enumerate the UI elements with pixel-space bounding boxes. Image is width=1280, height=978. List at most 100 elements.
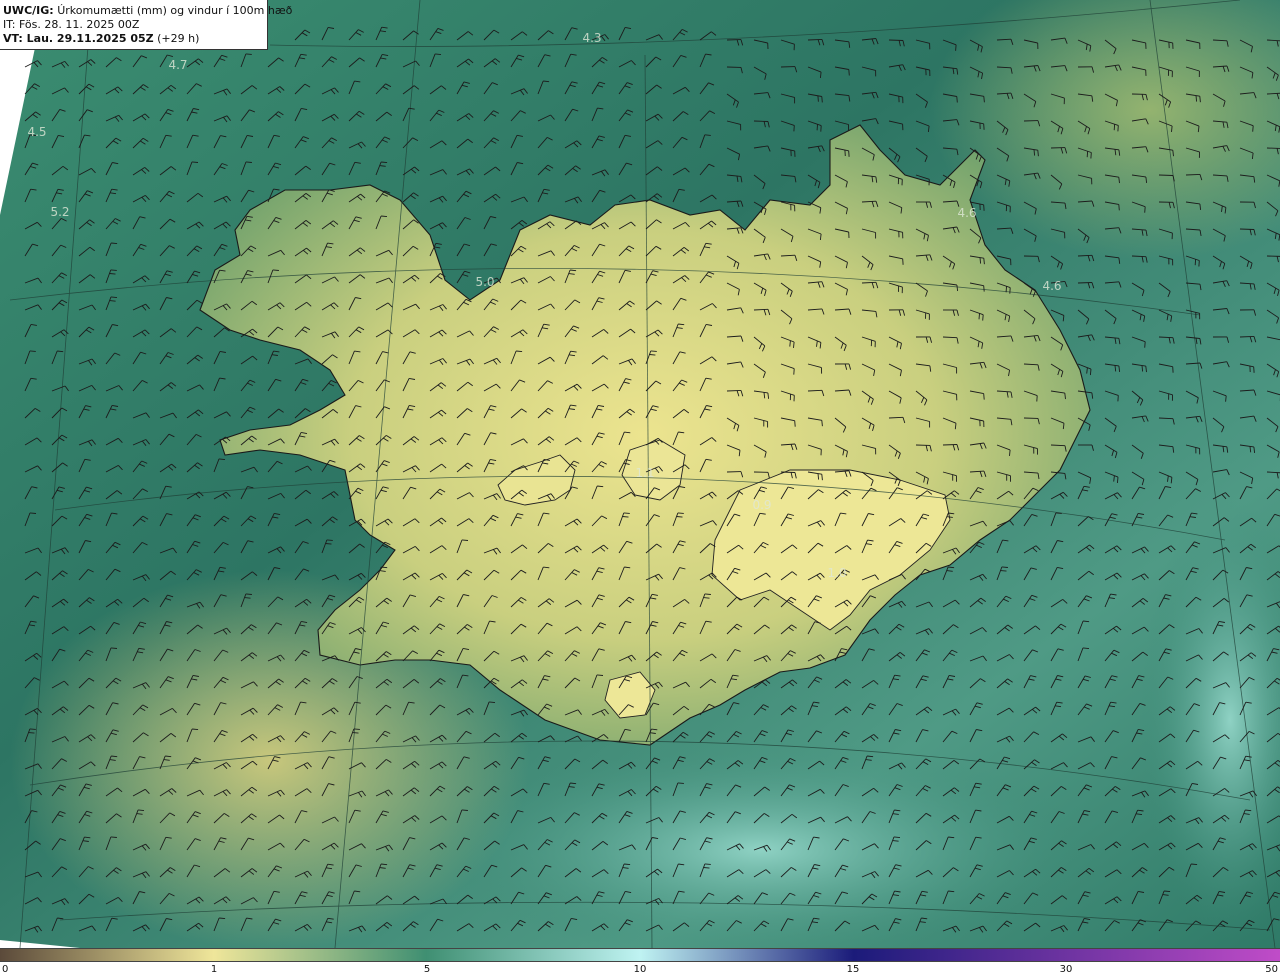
wind-barb-flag — [624, 863, 631, 866]
wind-barb-flag — [650, 350, 657, 352]
wind-barb-flag — [1195, 95, 1198, 102]
wind-barb-flag — [1033, 149, 1036, 156]
wind-barb-flag — [1144, 206, 1146, 213]
wind-barb-flag — [983, 258, 985, 265]
wind-barb-flag — [1055, 512, 1062, 514]
wind-barb-flag — [955, 44, 957, 51]
wind-barb-flag — [272, 269, 279, 271]
wind-barb-flag — [623, 512, 630, 514]
wind-barb-shaft — [726, 389, 742, 392]
wind-barb-flag — [1225, 395, 1227, 402]
wind-barb-flag — [353, 728, 360, 730]
wind-barb-flag — [381, 215, 388, 218]
wind-barb-flag — [704, 134, 711, 136]
wind-barb-flag — [109, 273, 116, 275]
wind-barb-flag — [245, 161, 252, 163]
wind-barb-flag — [1037, 150, 1039, 157]
wind-barb-flag — [703, 867, 710, 869]
map-value-label: 4.7 — [168, 58, 188, 72]
wind-barb-flag — [1000, 570, 1007, 572]
wind-barb-flag — [191, 161, 199, 163]
wind-barb-flag — [956, 96, 958, 103]
wind-barb-flag — [983, 285, 985, 292]
valid-time: VT: Lau. 29.11.2025 05Z — [3, 32, 154, 45]
wind-barb-flag — [979, 257, 982, 264]
wind-barb-flag — [676, 516, 683, 518]
colorbar-tick: 1 — [210, 964, 218, 975]
wind-barb-flag — [596, 674, 604, 676]
wind-barb-flag — [1191, 863, 1198, 866]
wind-barb-flag — [677, 512, 684, 514]
colorbar-gradient — [0, 948, 1280, 962]
colorbar-tick: 50 — [1265, 964, 1278, 975]
valid-time-line: VT: Lau. 29.11.2025 05Z (+29 h) — [3, 32, 264, 46]
wind-barb-shaft — [1185, 173, 1201, 176]
wind-barb-flag — [793, 341, 795, 348]
wind-barb-flag — [1089, 369, 1092, 376]
colorbar-tick: 10 — [633, 964, 647, 975]
map-value-label: 1.0 — [827, 566, 847, 580]
wind-barb-shaft — [1077, 282, 1093, 284]
wind-barb-shaft — [1266, 147, 1280, 149]
wind-barb-flag — [983, 96, 985, 103]
colorbar-legend: 0 1 5 10 15 30 50 — [0, 948, 1280, 978]
wind-barb-flag — [649, 354, 656, 356]
colorbar-tick: 15 — [846, 964, 860, 975]
wind-barb-flag — [821, 96, 823, 103]
wind-barb-flag — [352, 732, 359, 734]
wind-barb-flag — [325, 543, 332, 545]
wind-barb-flag — [29, 350, 36, 352]
wind-barb-flag — [461, 809, 468, 811]
wind-barb-flag — [1009, 449, 1011, 456]
wind-barb-flag — [983, 393, 985, 400]
wind-barb-flag — [982, 314, 984, 321]
wind-barb-flag — [29, 512, 37, 514]
colorbar-tick: 0 — [2, 964, 9, 975]
wind-barb-flag — [789, 340, 791, 347]
wind-barb-flag — [704, 863, 711, 865]
wind-barb-flag — [677, 782, 684, 784]
map-value-label: 4.5 — [27, 125, 47, 139]
wind-barb-flag — [381, 161, 388, 164]
wind-barb-flag — [110, 836, 117, 838]
wind-barb-flag — [461, 539, 469, 541]
wind-barb-flag — [29, 728, 36, 730]
wind-barb-flag — [110, 647, 118, 649]
colorbar-tick: 5 — [423, 964, 431, 975]
wind-barb-flag — [892, 840, 899, 842]
wind-barb-flag — [1144, 341, 1146, 348]
forecast-offset: (+29 h) — [157, 32, 200, 45]
map-value-label: 4.6 — [1042, 279, 1062, 293]
wind-barb-flag — [978, 313, 980, 320]
wind-barb-shaft — [1158, 174, 1174, 176]
wind-barb-shaft — [807, 38, 823, 41]
wind-barb-flag — [1116, 477, 1119, 484]
wind-barb-flag — [1199, 96, 1201, 103]
map-value-label: 1.1 — [635, 466, 655, 480]
init-time: IT: Fös. 28. 11. 2025 00Z — [3, 18, 140, 31]
model-name: UWC/IG: — [3, 4, 54, 17]
wind-barb-flag — [28, 732, 35, 734]
wind-barb-flag — [794, 420, 796, 427]
map-value-label: 4.6 — [957, 206, 977, 220]
wind-barb-flag — [110, 269, 117, 271]
wind-barb-flag — [848, 69, 850, 76]
forecast-map-page: UWC/IG: Úrkomumætti (mm) og vindur í 100… — [0, 0, 1280, 978]
colorbar-tick: 30 — [1059, 964, 1073, 975]
wind-barb-flag — [1252, 125, 1254, 132]
wind-barb-shaft — [888, 39, 904, 41]
wind-barb-flag — [1164, 890, 1171, 893]
wind-barb-flag — [622, 516, 629, 518]
wind-barb-flag — [244, 597, 251, 599]
wind-barb-flag — [703, 597, 710, 599]
wind-barb-flag — [1001, 566, 1008, 568]
wind-barb-flag — [219, 917, 226, 920]
wind-barb-flag — [192, 728, 199, 731]
map-value-label: 5.2 — [50, 205, 70, 219]
wind-barb-flag — [704, 593, 711, 595]
wind-barb-flag — [817, 95, 819, 102]
wind-barb-flag — [1171, 125, 1173, 132]
wind-barb-shaft — [1239, 335, 1255, 338]
title-line: UWC/IG: Úrkomumætti (mm) og vindur í 100… — [3, 4, 292, 18]
product-title: Úrkomumætti (mm) og vindur í 100m hæð — [57, 4, 293, 17]
